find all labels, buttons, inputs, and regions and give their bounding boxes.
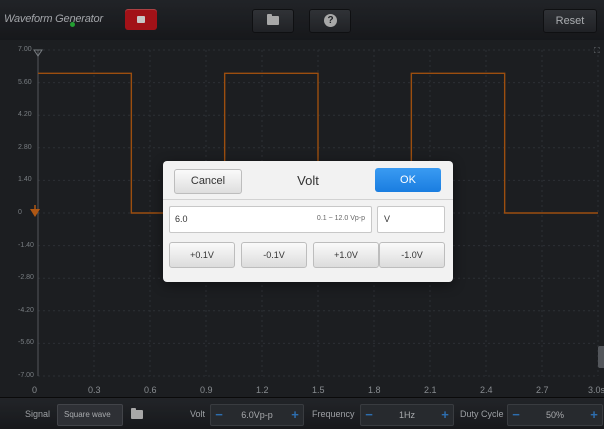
screen: Waveform Generator ? Reset 7.00 5.60 4.20 2… xyxy=(0,0,604,429)
unit-value: V xyxy=(384,214,391,224)
minus-1-0v-button[interactable]: -1.0V xyxy=(379,242,445,268)
cancel-button[interactable]: Cancel xyxy=(174,169,242,194)
volt-input-value: 6.0 xyxy=(175,214,188,224)
volt-input-range: 0.1 ~ 12.0 Vp-p xyxy=(316,215,365,222)
minus-0-1v-button[interactable]: -0.1V xyxy=(241,242,307,268)
volt-input[interactable]: 6.0 0.1 ~ 12.0 Vp-p xyxy=(169,206,372,233)
dialog-title: Volt xyxy=(297,173,319,188)
volt-dialog: Cancel Volt OK 6.0 0.1 ~ 12.0 Vp-p V +0.… xyxy=(163,161,453,282)
ok-button[interactable]: OK xyxy=(375,168,441,192)
plus-1-0v-button[interactable]: +1.0V xyxy=(313,242,379,268)
unit-field[interactable]: V xyxy=(377,206,445,233)
plus-0-1v-button[interactable]: +0.1V xyxy=(169,242,235,268)
dialog-divider xyxy=(163,199,453,200)
